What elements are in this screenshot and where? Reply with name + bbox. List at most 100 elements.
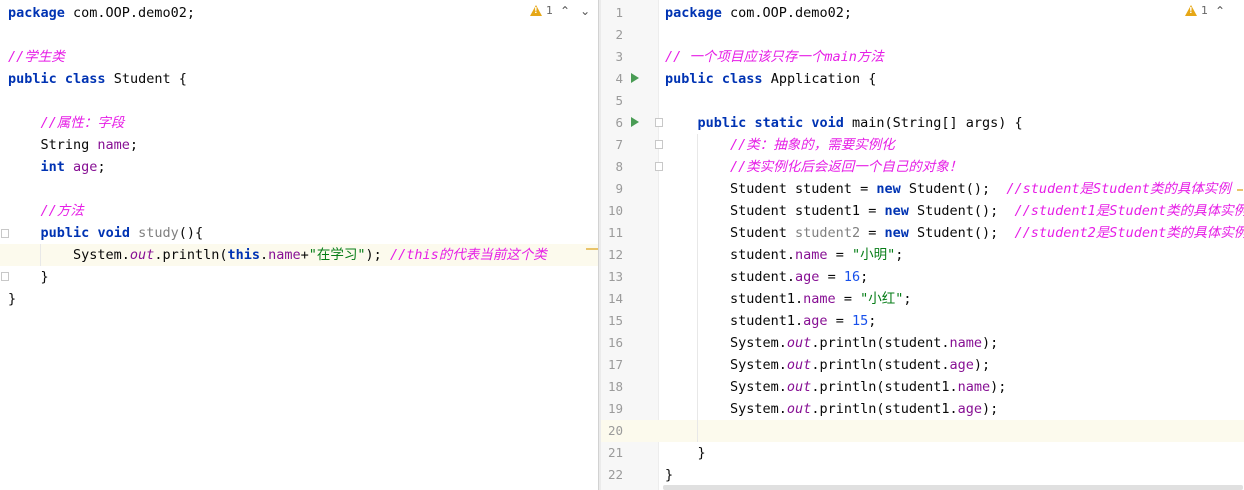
line-number[interactable]: 16 (601, 332, 623, 354)
code-line[interactable]: public class Student { (8, 68, 187, 90)
code-line[interactable]: //类：抽象的，需要实例化 (665, 134, 895, 156)
line-number[interactable]: 18 (601, 376, 623, 398)
code-token: = (860, 225, 885, 241)
line-number[interactable]: 5 (601, 90, 623, 112)
code-line[interactable]: package com.OOP.demo02; (665, 2, 852, 24)
code-token: student1. (665, 291, 804, 307)
code-line[interactable]: Student student = new Student(); //stude… (665, 178, 1231, 200)
chevron-down-icon[interactable]: ⌄ (577, 5, 593, 17)
code-token: out (786, 357, 812, 373)
line-number[interactable]: 8 (601, 156, 623, 178)
code-line[interactable]: //学生类 (8, 46, 65, 68)
code-line[interactable]: package com.OOP.demo02; (8, 2, 195, 24)
line-number[interactable]: 10 (601, 200, 623, 222)
code-token: 15 (851, 313, 869, 329)
line-number[interactable]: 9 (601, 178, 623, 200)
line-number[interactable]: 12 (601, 244, 623, 266)
horizontal-scrollbar[interactable] (663, 485, 1243, 490)
warning-stripe-mark[interactable] (586, 248, 598, 250)
run-gutter-icon[interactable] (631, 73, 639, 83)
code-line[interactable]: System.out.println(student.age); (665, 354, 990, 376)
code-token: public (697, 115, 747, 131)
code-line[interactable]: int age; (8, 156, 106, 178)
code-line[interactable]: String name; (8, 134, 139, 156)
code-line[interactable]: } (665, 464, 673, 486)
line-number-gutter[interactable]: 1 2 3 4 5 6 7 8 9 10 11 12 13 14 15 16 17 18 19 20 21 22 (601, 0, 663, 490)
code-line[interactable]: Student student2 = new Student(); //stud… (665, 222, 1244, 244)
code-line[interactable]: //属性：字段 (8, 112, 125, 134)
line-number[interactable]: 6 (601, 112, 623, 134)
code-line[interactable]: student.name = "小明"; (665, 244, 903, 266)
code-line[interactable]: System.out.println(student1.age); (665, 398, 998, 420)
code-token: .println(student. (811, 335, 950, 351)
warning-icon[interactable] (1185, 5, 1197, 16)
code-line[interactable]: // 一个项目应该只存一个main方法 (665, 46, 884, 68)
line-number[interactable]: 19 (601, 398, 623, 420)
code-token: age (795, 269, 820, 285)
code-line[interactable]: public void study(){ (8, 222, 204, 244)
line-number[interactable]: 13 (601, 266, 623, 288)
code-token: ; (895, 247, 904, 263)
line-number[interactable]: 3 (601, 46, 623, 68)
code-line[interactable]: System.out.println(this.name+"在学习"); //t… (8, 244, 547, 266)
line-number[interactable]: 22 (601, 464, 623, 486)
line-number[interactable]: 21 (601, 442, 623, 464)
code-line[interactable]: public class Application { (665, 68, 876, 90)
warning-stripe-mark[interactable] (1237, 189, 1243, 191)
code-token: com.OOP.demo02; (721, 5, 852, 21)
code-token: name (795, 247, 828, 263)
left-editor-pane[interactable]: package com.OOP.demo02; //学生类 public class… (0, 0, 598, 490)
line-number[interactable]: 17 (601, 354, 623, 376)
line-number[interactable]: 11 (601, 222, 623, 244)
code-token: main(String[] args) { (843, 115, 1023, 131)
fold-marker-icon[interactable] (655, 162, 663, 171)
chevron-up-icon[interactable]: ⌃ (557, 5, 573, 17)
code-line[interactable]: } (8, 288, 16, 310)
code-token: = (827, 247, 852, 263)
chevron-up-icon[interactable]: ⌃ (1212, 5, 1228, 17)
warning-icon[interactable] (530, 5, 542, 16)
code-line[interactable]: //类实例化后会返回一个自己的对象！ (665, 156, 962, 178)
code-token: 16 (843, 269, 861, 285)
code-token: System. (8, 247, 130, 263)
code-line[interactable]: } (665, 442, 706, 464)
code-token: name (803, 291, 836, 307)
code-line[interactable]: student.age = 16; (665, 266, 868, 288)
code-line[interactable]: Student student1 = new Student(); //stud… (665, 200, 1244, 222)
code-token: out (786, 335, 812, 351)
code-line[interactable]: System.out.println(student1.name); (665, 376, 1006, 398)
code-token: Student(); (900, 181, 1007, 197)
code-token: public (40, 225, 90, 241)
right-editor-pane[interactable]: 1 2 3 4 5 6 7 8 9 10 11 12 13 14 15 16 17 18 19 20 21 22 pack… (601, 0, 1244, 490)
code-token: new (884, 225, 909, 241)
code-token: } (8, 269, 49, 285)
line-number[interactable]: 2 (601, 24, 623, 46)
code-token: Student student1 = (665, 203, 885, 219)
inspection-widget[interactable]: 1 ⌃ (1185, 4, 1228, 17)
code-line[interactable]: student1.name = "小红"; (665, 288, 911, 310)
line-number[interactable]: 14 (601, 288, 623, 310)
code-token: void (97, 225, 130, 241)
line-number[interactable]: 20 (601, 420, 623, 442)
code-line[interactable]: } (8, 266, 49, 288)
code-line[interactable]: public static void main(String[] args) { (665, 112, 1023, 134)
line-number[interactable]: 15 (601, 310, 623, 332)
code-token: //方法 (40, 203, 84, 219)
code-token: class (64, 71, 106, 87)
warning-count: 1 (1201, 4, 1208, 17)
line-number[interactable]: 1 (601, 2, 623, 24)
inspection-widget[interactable]: 1 ⌃ ⌄ (530, 4, 593, 17)
code-line[interactable]: System.out.println(student.name); (665, 332, 998, 354)
line-number[interactable]: 4 (601, 68, 623, 90)
code-line[interactable]: //方法 (8, 200, 84, 222)
code-token: name (949, 335, 982, 351)
run-gutter-icon[interactable] (631, 117, 639, 127)
code-line[interactable]: student1.age = 15; (665, 310, 876, 332)
fold-marker-icon[interactable] (655, 140, 663, 149)
line-number[interactable]: 7 (601, 134, 623, 156)
code-token: ); (982, 335, 999, 351)
fold-marker-icon[interactable] (655, 118, 663, 127)
